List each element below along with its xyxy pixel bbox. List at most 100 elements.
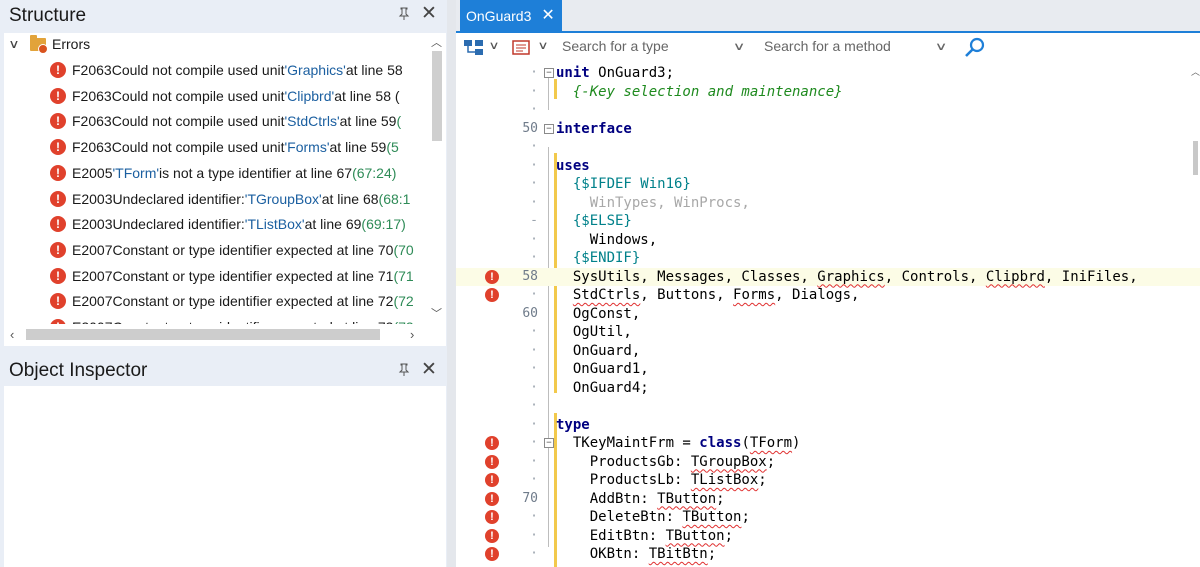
structure-horizontal-scrollbar[interactable]: ‹ › xyxy=(4,324,446,346)
chevron-down-icon[interactable]: ∨ xyxy=(8,37,24,51)
error-list-item[interactable]: !E2007 Constant or type identifier expec… xyxy=(50,264,414,288)
error-list-item[interactable]: ! E2005 'TForm' is not a type identifier … xyxy=(50,161,396,185)
error-icon[interactable]: ! xyxy=(485,436,499,450)
structure-vertical-scrollbar[interactable]: ︿ ﹀ xyxy=(428,33,446,324)
scroll-thumb[interactable] xyxy=(432,51,442,141)
error-icon[interactable]: ! xyxy=(485,491,499,506)
tab-close-icon[interactable]: ✕ xyxy=(541,7,554,24)
error-icon[interactable]: ! xyxy=(485,454,499,469)
code-line[interactable]: - {$ELSE} xyxy=(456,212,1200,231)
editor-vertical-scrollbar[interactable]: ︿ xyxy=(1190,61,1200,567)
code-line[interactable]: · OnGuard1, xyxy=(456,360,1200,379)
error-icon[interactable]: ! xyxy=(485,473,499,487)
class-view-icon[interactable] xyxy=(464,40,484,61)
code-area[interactable]: · − unit OnGuard3; · {-Key selection and ma… xyxy=(456,61,1200,567)
line-number: · xyxy=(530,453,538,469)
code-token: WinTypes, WinProcs, xyxy=(556,194,750,211)
chevron-down-icon[interactable]: ∨ xyxy=(488,39,499,52)
code-line[interactable]: · − unit OnGuard3; xyxy=(456,64,1200,83)
code-line[interactable]: · {-Key selection and maintenance} xyxy=(456,83,1200,102)
line-number: · xyxy=(530,139,538,154)
code-line[interactable]: ! · OKBtn: TBitBtn; xyxy=(456,545,1200,564)
code-text: OKBtn: TBitBtn; xyxy=(556,545,716,564)
error-location: (72 xyxy=(393,293,414,310)
error-message: is not a type identifier at line 67 xyxy=(159,164,353,181)
error-list-item[interactable]: ! F2063 Could not compile used unit 'Grap… xyxy=(50,58,403,82)
inspector-close-icon[interactable]: ✕ xyxy=(421,360,437,379)
search-icon[interactable] xyxy=(964,37,986,62)
code-line[interactable]: 60 OgConst, xyxy=(456,305,1200,324)
error-list-item[interactable]: ! F2063 Could not compile used unit 'Clip… xyxy=(50,84,400,108)
code-line[interactable]: · OgUtil, xyxy=(456,323,1200,342)
code-token: OnGuard4; xyxy=(556,379,649,396)
line-number: · xyxy=(530,250,538,265)
code-line[interactable]: · {$ENDIF} xyxy=(456,249,1200,268)
fold-toggle-icon[interactable]: − xyxy=(544,68,554,78)
error-list-item[interactable]: !E2007 Constant or type identifier expec… xyxy=(50,315,414,324)
code-line[interactable]: ! · ProductsGb: TGroupBox; xyxy=(456,453,1200,472)
code-token: TBitBtn xyxy=(648,546,708,562)
errors-tree-node[interactable]: ∨ Errors xyxy=(4,33,90,55)
error-icon[interactable]: ! xyxy=(485,510,499,524)
code-line[interactable]: ! 58 SysUtils, Messages, Classes, Graphic… xyxy=(456,267,1200,286)
code-line[interactable]: · type xyxy=(456,416,1200,435)
inspector-pin-icon[interactable] xyxy=(398,363,410,380)
error-location: (71 xyxy=(393,267,414,284)
code-line[interactable]: · xyxy=(456,101,1200,120)
error-icon[interactable]: ! xyxy=(485,269,499,284)
tab-onguard3[interactable]: OnGuard3 ✕ xyxy=(460,0,562,31)
scroll-up-icon[interactable]: ︿ xyxy=(431,34,442,50)
code-line[interactable]: ! · EditBtn: TButton; xyxy=(456,527,1200,546)
code-line[interactable]: · OnGuard4; xyxy=(456,379,1200,398)
error-list-item[interactable]: ! E2003 Undeclared identifier: 'TListBox'… xyxy=(50,212,406,236)
method-dropdown-icon[interactable]: ∨ xyxy=(935,40,948,53)
code-token: Graphics xyxy=(817,268,885,285)
error-identifier: 'Clipbrd' xyxy=(284,87,335,104)
scroll-right-icon[interactable]: › xyxy=(410,327,414,342)
error-location: (68:1 xyxy=(378,190,411,207)
code-token: OgUtil, xyxy=(556,324,632,340)
code-line[interactable]: ! 70 AddBtn: TButton; xyxy=(456,490,1200,509)
error-list-item[interactable]: !E2007 Constant or type identifier expec… xyxy=(50,238,414,262)
code-line[interactable]: · uses xyxy=(456,157,1200,176)
scroll-up-icon[interactable]: ︿ xyxy=(1191,65,1200,78)
error-list-item[interactable]: ! E2003 Undeclared identifier: 'TGroupBox… xyxy=(50,187,410,211)
error-icon[interactable]: ! xyxy=(485,547,499,561)
code-token: ProductsLb: xyxy=(556,472,691,488)
scroll-down-icon[interactable]: ﹀ xyxy=(431,305,442,321)
unit-view-icon[interactable] xyxy=(512,40,532,61)
code-text: OgUtil, xyxy=(556,323,632,342)
code-line[interactable]: ! · DeleteBtn: TButton; xyxy=(456,508,1200,527)
fold-toggle-icon[interactable]: − xyxy=(544,123,554,134)
code-line[interactable]: · OnGuard, xyxy=(456,342,1200,361)
code-line[interactable]: · xyxy=(456,138,1200,157)
code-line[interactable]: ! · − TKeyMaintFrm = class(TForm) xyxy=(456,434,1200,453)
structure-close-icon[interactable]: ✕ xyxy=(421,4,437,23)
error-list-item[interactable]: !E2007 Constant or type identifier expec… xyxy=(50,289,414,313)
code-line[interactable]: · WinTypes, WinProcs, xyxy=(456,194,1200,213)
scroll-thumb[interactable] xyxy=(26,329,380,340)
chevron-down-icon[interactable]: ∨ xyxy=(537,39,548,52)
dock-splitter[interactable] xyxy=(447,0,456,567)
code-line[interactable]: · {$IFDEF Win16} xyxy=(456,175,1200,194)
scroll-thumb[interactable] xyxy=(1193,141,1198,175)
scroll-left-icon[interactable]: ‹ xyxy=(10,327,14,342)
error-list-item[interactable]: ! F2063 Could not compile used unit 'Form… xyxy=(50,135,399,159)
line-number: · xyxy=(530,435,538,450)
error-icon[interactable]: ! xyxy=(485,288,499,302)
type-dropdown-icon[interactable]: ∨ xyxy=(733,40,746,53)
error-message: Could not compile used unit xyxy=(111,62,285,78)
code-token: , IniFiles, xyxy=(1044,268,1138,285)
method-search-input[interactable]: Search for a method xyxy=(764,38,891,54)
type-search-input[interactable]: Search for a type xyxy=(562,38,669,54)
error-list-item[interactable]: ! F2063 Could not compile used unit 'StdC… xyxy=(50,109,401,133)
code-line[interactable]: ! · ProductsLb: TListBox; xyxy=(456,471,1200,490)
code-line[interactable]: 50− interface xyxy=(456,120,1200,139)
code-line[interactable]: · xyxy=(456,397,1200,416)
error-icon: ! xyxy=(50,190,66,207)
code-line[interactable]: · Windows, xyxy=(456,231,1200,250)
code-line[interactable]: ! · StdCtrls, Buttons, Forms, Dialogs, xyxy=(456,286,1200,305)
fold-toggle-icon[interactable]: − xyxy=(544,438,554,448)
error-icon[interactable]: ! xyxy=(485,528,499,543)
structure-pin-icon[interactable] xyxy=(398,7,410,24)
